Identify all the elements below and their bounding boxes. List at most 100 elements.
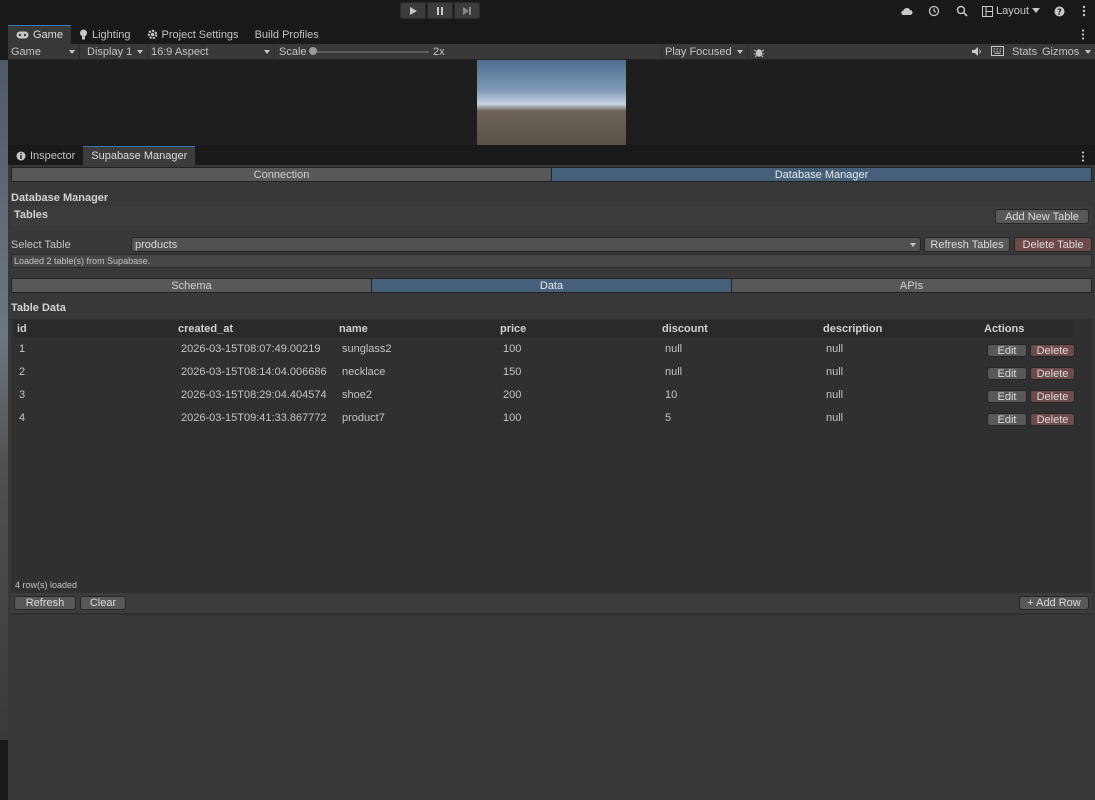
bug-icon[interactable] — [753, 46, 765, 61]
tab-project-settings[interactable]: Project Settings — [139, 25, 247, 44]
keyboard-icon[interactable] — [991, 46, 1004, 59]
tab-inspector[interactable]: Inspector — [8, 146, 83, 165]
gizmos-label: Gizmos — [1042, 46, 1080, 58]
column-header-name: name — [339, 323, 368, 335]
chevron-down-icon — [264, 50, 270, 54]
cell-id: 2 — [19, 366, 26, 378]
layout-dropdown[interactable]: Layout — [982, 3, 1041, 19]
add-new-table-button[interactable]: Add New Table — [995, 209, 1089, 224]
tab-game[interactable]: Game — [8, 25, 71, 44]
add-row-button[interactable]: + Add Row — [1019, 596, 1089, 610]
chevron-down-icon — [1085, 50, 1091, 54]
column-header-id: id — [17, 323, 27, 335]
edit-row-button[interactable]: Edit — [987, 367, 1027, 380]
tab-apis-label: APIs — [899, 279, 924, 292]
display-dropdown-label: Display 1 — [87, 46, 133, 58]
select-table-label: Select Table — [11, 239, 71, 251]
edit-row-button[interactable]: Edit — [987, 390, 1027, 403]
tab-supabase-manager[interactable]: Supabase Manager — [83, 146, 196, 165]
info-icon — [16, 151, 26, 160]
column-header-price: price — [500, 323, 527, 335]
tables-label: Tables — [14, 209, 49, 221]
cloud-icon[interactable] — [898, 3, 914, 19]
row-count-label: 4 row(s) loaded — [15, 580, 78, 590]
tab-database-manager-label: Database Manager — [774, 168, 869, 181]
help-icon[interactable]: ? — [1051, 3, 1067, 19]
delete-table-button[interactable]: Delete Table — [1014, 237, 1092, 252]
play-icon — [410, 6, 417, 15]
cell-name: necklace — [342, 366, 386, 378]
tab-database-manager[interactable]: Database Manager — [552, 168, 1091, 181]
gizmos-dropdown[interactable]: Gizmos — [1039, 44, 1095, 60]
clear-button[interactable]: Clear — [80, 596, 126, 610]
edit-row-button[interactable]: Edit — [987, 344, 1027, 357]
column-header-discount: discount — [662, 323, 708, 335]
scale-slider-handle[interactable] — [309, 47, 317, 55]
table-select[interactable]: products — [131, 237, 921, 252]
history-icon[interactable] — [926, 3, 942, 19]
game-tab-menu-icon[interactable] — [1081, 29, 1085, 42]
column-header-created-at: created_at — [178, 323, 234, 335]
game-view[interactable] — [8, 60, 1095, 145]
cell-price: 100 — [503, 412, 522, 424]
play-button[interactable] — [400, 2, 426, 19]
delete-row-button[interactable]: Delete — [1030, 413, 1075, 426]
tab-apis[interactable]: APIs — [732, 279, 1091, 292]
cell-description: null — [826, 389, 844, 401]
tab-data[interactable]: Data — [372, 279, 732, 292]
view-dropdown[interactable]: Game — [8, 44, 80, 60]
pause-icon — [437, 6, 443, 15]
tab-lighting[interactable]: Lighting — [71, 25, 139, 44]
layout-label: Layout — [996, 5, 1030, 17]
table-row: 4 2026-03-15T09:41:33.867772 product7 10… — [14, 406, 1075, 429]
cell-price: 100 — [503, 343, 522, 355]
refresh-tables-button[interactable]: Refresh Tables — [924, 237, 1010, 252]
table-row: 3 2026-03-15T08:29:04.404574 shoe2 200 1… — [14, 383, 1075, 406]
aspect-dropdown-label: 16:9 Aspect — [151, 46, 209, 58]
tab-project-settings-label: Project Settings — [161, 28, 239, 41]
more-options-icon[interactable] — [1076, 3, 1092, 19]
scene-view-edge — [0, 60, 8, 740]
data-grid: id created_at name price discount descri… — [11, 319, 1092, 615]
step-icon — [463, 6, 471, 15]
aspect-dropdown[interactable]: 16:9 Aspect — [148, 44, 275, 60]
audio-icon[interactable] — [971, 46, 983, 60]
tab-build-profiles[interactable]: Build Profiles — [247, 25, 327, 44]
tab-schema[interactable]: Schema — [12, 279, 372, 292]
edit-row-button[interactable]: Edit — [987, 413, 1027, 426]
cell-discount: null — [665, 343, 683, 355]
step-button[interactable] — [454, 2, 480, 19]
pause-button[interactable] — [427, 2, 453, 19]
delete-row-button[interactable]: Delete — [1030, 390, 1075, 403]
main-toolbar: Layout ? — [0, 0, 1095, 22]
tab-game-label: Game — [33, 29, 63, 41]
play-mode-label: Play Focused — [665, 46, 732, 58]
cell-created-at: 2026-03-15T08:14:04.006686 — [181, 366, 327, 378]
tab-inspector-label: Inspector — [30, 149, 76, 162]
search-icon[interactable] — [954, 3, 970, 19]
tab-connection[interactable]: Connection — [12, 168, 552, 181]
inspector-tab-menu-icon[interactable] — [1081, 151, 1085, 164]
column-header-description: description — [823, 323, 883, 335]
stats-toggle[interactable]: Stats — [1012, 46, 1037, 58]
tables-header: Tables Add New Table — [11, 206, 1092, 226]
refresh-button[interactable]: Refresh — [14, 596, 76, 610]
table-select-value: products — [135, 238, 178, 251]
chevron-down-icon — [910, 243, 916, 247]
chevron-down-icon — [737, 50, 743, 54]
column-header-actions: Actions — [984, 323, 1025, 335]
delete-row-button[interactable]: Delete — [1030, 344, 1075, 357]
tab-data-label: Data — [539, 279, 564, 292]
tab-lighting-label: Lighting — [91, 28, 131, 41]
game-render-preview — [477, 60, 626, 145]
scale-slider-track[interactable] — [313, 51, 429, 53]
playmode-controls — [400, 2, 481, 19]
play-mode-dropdown[interactable]: Play Focused — [661, 44, 748, 60]
cell-description: null — [826, 343, 844, 355]
cell-discount: 10 — [665, 389, 678, 401]
tab-supabase-manager-label: Supabase Manager — [91, 150, 188, 162]
delete-row-button[interactable]: Delete — [1030, 367, 1075, 380]
tab-build-profiles-label: Build Profiles — [254, 28, 319, 41]
display-dropdown[interactable]: Display 1 — [84, 44, 148, 60]
cell-price: 150 — [503, 366, 522, 378]
